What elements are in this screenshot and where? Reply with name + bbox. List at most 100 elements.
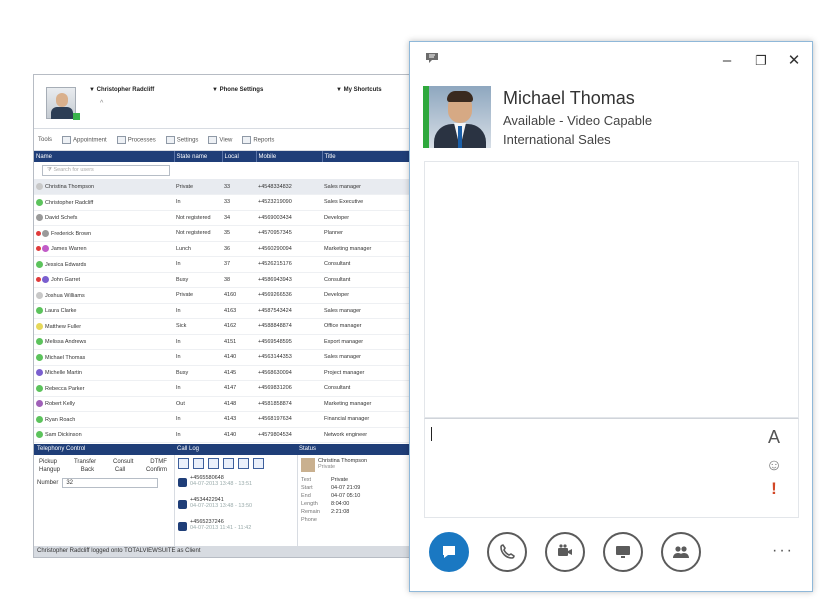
- video-camera-icon: [558, 544, 572, 556]
- user-menu[interactable]: ▼ Christopher Radcliff: [89, 87, 154, 93]
- phone-icon: [500, 544, 515, 559]
- reports-icon: [242, 135, 252, 144]
- detail-value: 04-07 21:09: [331, 485, 361, 491]
- shortcuts-menu[interactable]: ▼ My Shortcuts: [336, 87, 382, 93]
- table-row[interactable]: Ryan Roach In 4143 +4568197634 Financial man…: [34, 411, 412, 428]
- contact-name-cell: David Schefs: [34, 210, 174, 226]
- detail-value: 2:21:08: [331, 509, 350, 515]
- dtmf-button[interactable]: DTMF: [150, 459, 167, 465]
- close-icon[interactable]: ✕: [783, 50, 805, 72]
- participants-button[interactable]: [661, 532, 701, 572]
- toolbar-item-appointment[interactable]: Appointment: [62, 135, 107, 144]
- number-input[interactable]: 32: [62, 478, 159, 488]
- processes-icon: [116, 135, 126, 144]
- contact-mobile-cell: +4560290094: [256, 241, 322, 257]
- contact-name-cell: Frederick Brown: [34, 225, 174, 242]
- table-row[interactable]: Matthew Fuller Sick 4162 +4588848874 Office …: [34, 318, 412, 335]
- table-row[interactable]: Robert Kelly Out 4148 +4581858874 Marketing …: [34, 396, 412, 412]
- call-button[interactable]: Call: [115, 467, 125, 473]
- table-row[interactable]: Frederick Brown Not registered 35 +45709573…: [34, 225, 412, 242]
- avatar-face: [56, 93, 68, 107]
- contact-card[interactable]: Michael Thomas Available - Video Capable…: [423, 86, 803, 148]
- contact-photo[interactable]: [429, 86, 491, 148]
- detail-key: Remain: [301, 509, 320, 515]
- conversation-history[interactable]: [424, 161, 799, 418]
- toolbar-item-settings[interactable]: Settings: [165, 135, 198, 144]
- contact-title-cell: Consultant: [322, 256, 412, 273]
- contact-state-cell: In: [174, 194, 222, 211]
- contact-search-input[interactable]: ⧩ Search for users: [42, 165, 170, 176]
- column-header-title[interactable]: Title: [322, 151, 412, 162]
- importance-icon[interactable]: !: [764, 479, 784, 499]
- outgoing-call-icon[interactable]: [193, 458, 204, 469]
- forward-call-icon[interactable]: [223, 458, 234, 469]
- phone-settings-menu[interactable]: ▼ Phone Settings: [212, 87, 263, 93]
- table-row[interactable]: Christopher Radcliff In 33 +4523219090 Sales…: [34, 194, 412, 211]
- contact-name: Frederick Brown: [51, 230, 92, 237]
- presence-dot-icon: [36, 198, 43, 206]
- settings-icon: [165, 135, 175, 144]
- transfer-button[interactable]: Transfer: [74, 459, 96, 465]
- photo-tie: [458, 126, 462, 148]
- table-row[interactable]: Christina Thompson Private 33 +4548334832 Sa…: [34, 179, 412, 195]
- incoming-call-icon[interactable]: [178, 458, 189, 469]
- contact-state-cell: Lunch: [174, 241, 222, 257]
- video-button[interactable]: [545, 532, 585, 572]
- phonebook-icon[interactable]: [238, 458, 249, 469]
- minimize-icon[interactable]: –: [716, 50, 738, 72]
- presence-dot-icon: [36, 322, 43, 330]
- document-icon[interactable]: [253, 458, 264, 469]
- column-header-local[interactable]: Local: [222, 151, 257, 162]
- maximize-icon[interactable]: ❐: [750, 50, 772, 72]
- column-header-mobile[interactable]: Mobile: [256, 151, 323, 162]
- more-options-icon[interactable]: ···: [772, 542, 794, 560]
- confirm-button[interactable]: Confirm: [146, 467, 167, 473]
- processes-label: Processes: [127, 137, 156, 144]
- back-button[interactable]: Back: [81, 467, 94, 473]
- table-row[interactable]: Sam Dickinson In 4140 +4579804534 Network en…: [34, 427, 412, 443]
- table-row[interactable]: John Garret Busy 38 +4586943943 Consultant: [34, 272, 412, 288]
- contact-mobile-cell: +4581858874: [256, 396, 322, 412]
- toolbar-item-tools[interactable]: Tools: [38, 137, 52, 143]
- call-button[interactable]: [487, 532, 527, 572]
- user-avatar[interactable]: [46, 87, 76, 119]
- contact-title-cell: Marketing manager: [322, 241, 412, 257]
- table-row[interactable]: Melissa Andrews In 4151 +4569548595 Export m…: [34, 334, 412, 350]
- column-header-name[interactable]: Name: [34, 151, 175, 162]
- table-row[interactable]: Michelle Martin Busy 4145 +4568630094 Projec…: [34, 365, 412, 381]
- presence-dot-icon: [36, 384, 43, 392]
- chevron-up-icon[interactable]: ^: [100, 100, 103, 107]
- appointment-icon: [62, 135, 72, 144]
- table-row[interactable]: Rebecca Parker In 4147 +4569831206 Consultan…: [34, 380, 412, 397]
- column-header-state[interactable]: State name: [174, 151, 223, 162]
- missed-call-icon[interactable]: [208, 458, 219, 469]
- calllog-entry[interactable]: +4565237246 04-07-2013 11:41 - 11:42: [175, 517, 296, 539]
- contact-local-cell: 4147: [222, 380, 256, 397]
- im-button[interactable]: [429, 532, 469, 572]
- table-row[interactable]: Joshua Williams Private 4160 +4569266536 Dev…: [34, 287, 412, 304]
- contact-name: Matthew Fuller: [45, 323, 82, 330]
- toolbar-item-view[interactable]: View: [208, 135, 232, 144]
- hangup-button[interactable]: Hangup: [39, 467, 60, 473]
- contacts-table: Name State name Local Mobile Title: [34, 151, 412, 162]
- table-row[interactable]: Michael Thomas In 4140 +4563144353 Sales man…: [34, 349, 412, 366]
- contact-name: David Schefs: [45, 215, 78, 222]
- present-button[interactable]: [603, 532, 643, 572]
- table-row[interactable]: Laura Clarke In 4163 +4587543424 Sales manag…: [34, 303, 412, 319]
- toolbar-item-processes[interactable]: Processes: [116, 135, 156, 144]
- consult-button[interactable]: Consult: [113, 459, 133, 465]
- table-row[interactable]: David Schefs Not registered 34 +4569003434 D…: [34, 210, 412, 226]
- calllog-entry[interactable]: +4565580648 04-07-2013 13:48 - 13:51: [175, 473, 296, 495]
- pickup-button[interactable]: Pickup: [39, 459, 57, 465]
- contact-name-cell: Ryan Roach: [34, 411, 174, 428]
- calllog-entry[interactable]: +4534422941 04-07-2013 13:48 - 13:50: [175, 495, 296, 517]
- message-input[interactable]: A ☺ !: [424, 418, 799, 518]
- toolbar-item-reports[interactable]: Reports: [242, 135, 274, 144]
- table-row[interactable]: Jessica Edwards In 37 +4526215176 Consultant: [34, 256, 412, 273]
- emoticon-icon[interactable]: ☺: [764, 457, 784, 475]
- table-row[interactable]: James Warren Lunch 36 +4560290094 Marketing …: [34, 241, 412, 257]
- contact-local-cell: 33: [222, 194, 256, 211]
- contact-title-cell: Marketing manager: [322, 396, 412, 412]
- font-icon[interactable]: A: [764, 427, 784, 448]
- call-center-icon: [36, 230, 41, 236]
